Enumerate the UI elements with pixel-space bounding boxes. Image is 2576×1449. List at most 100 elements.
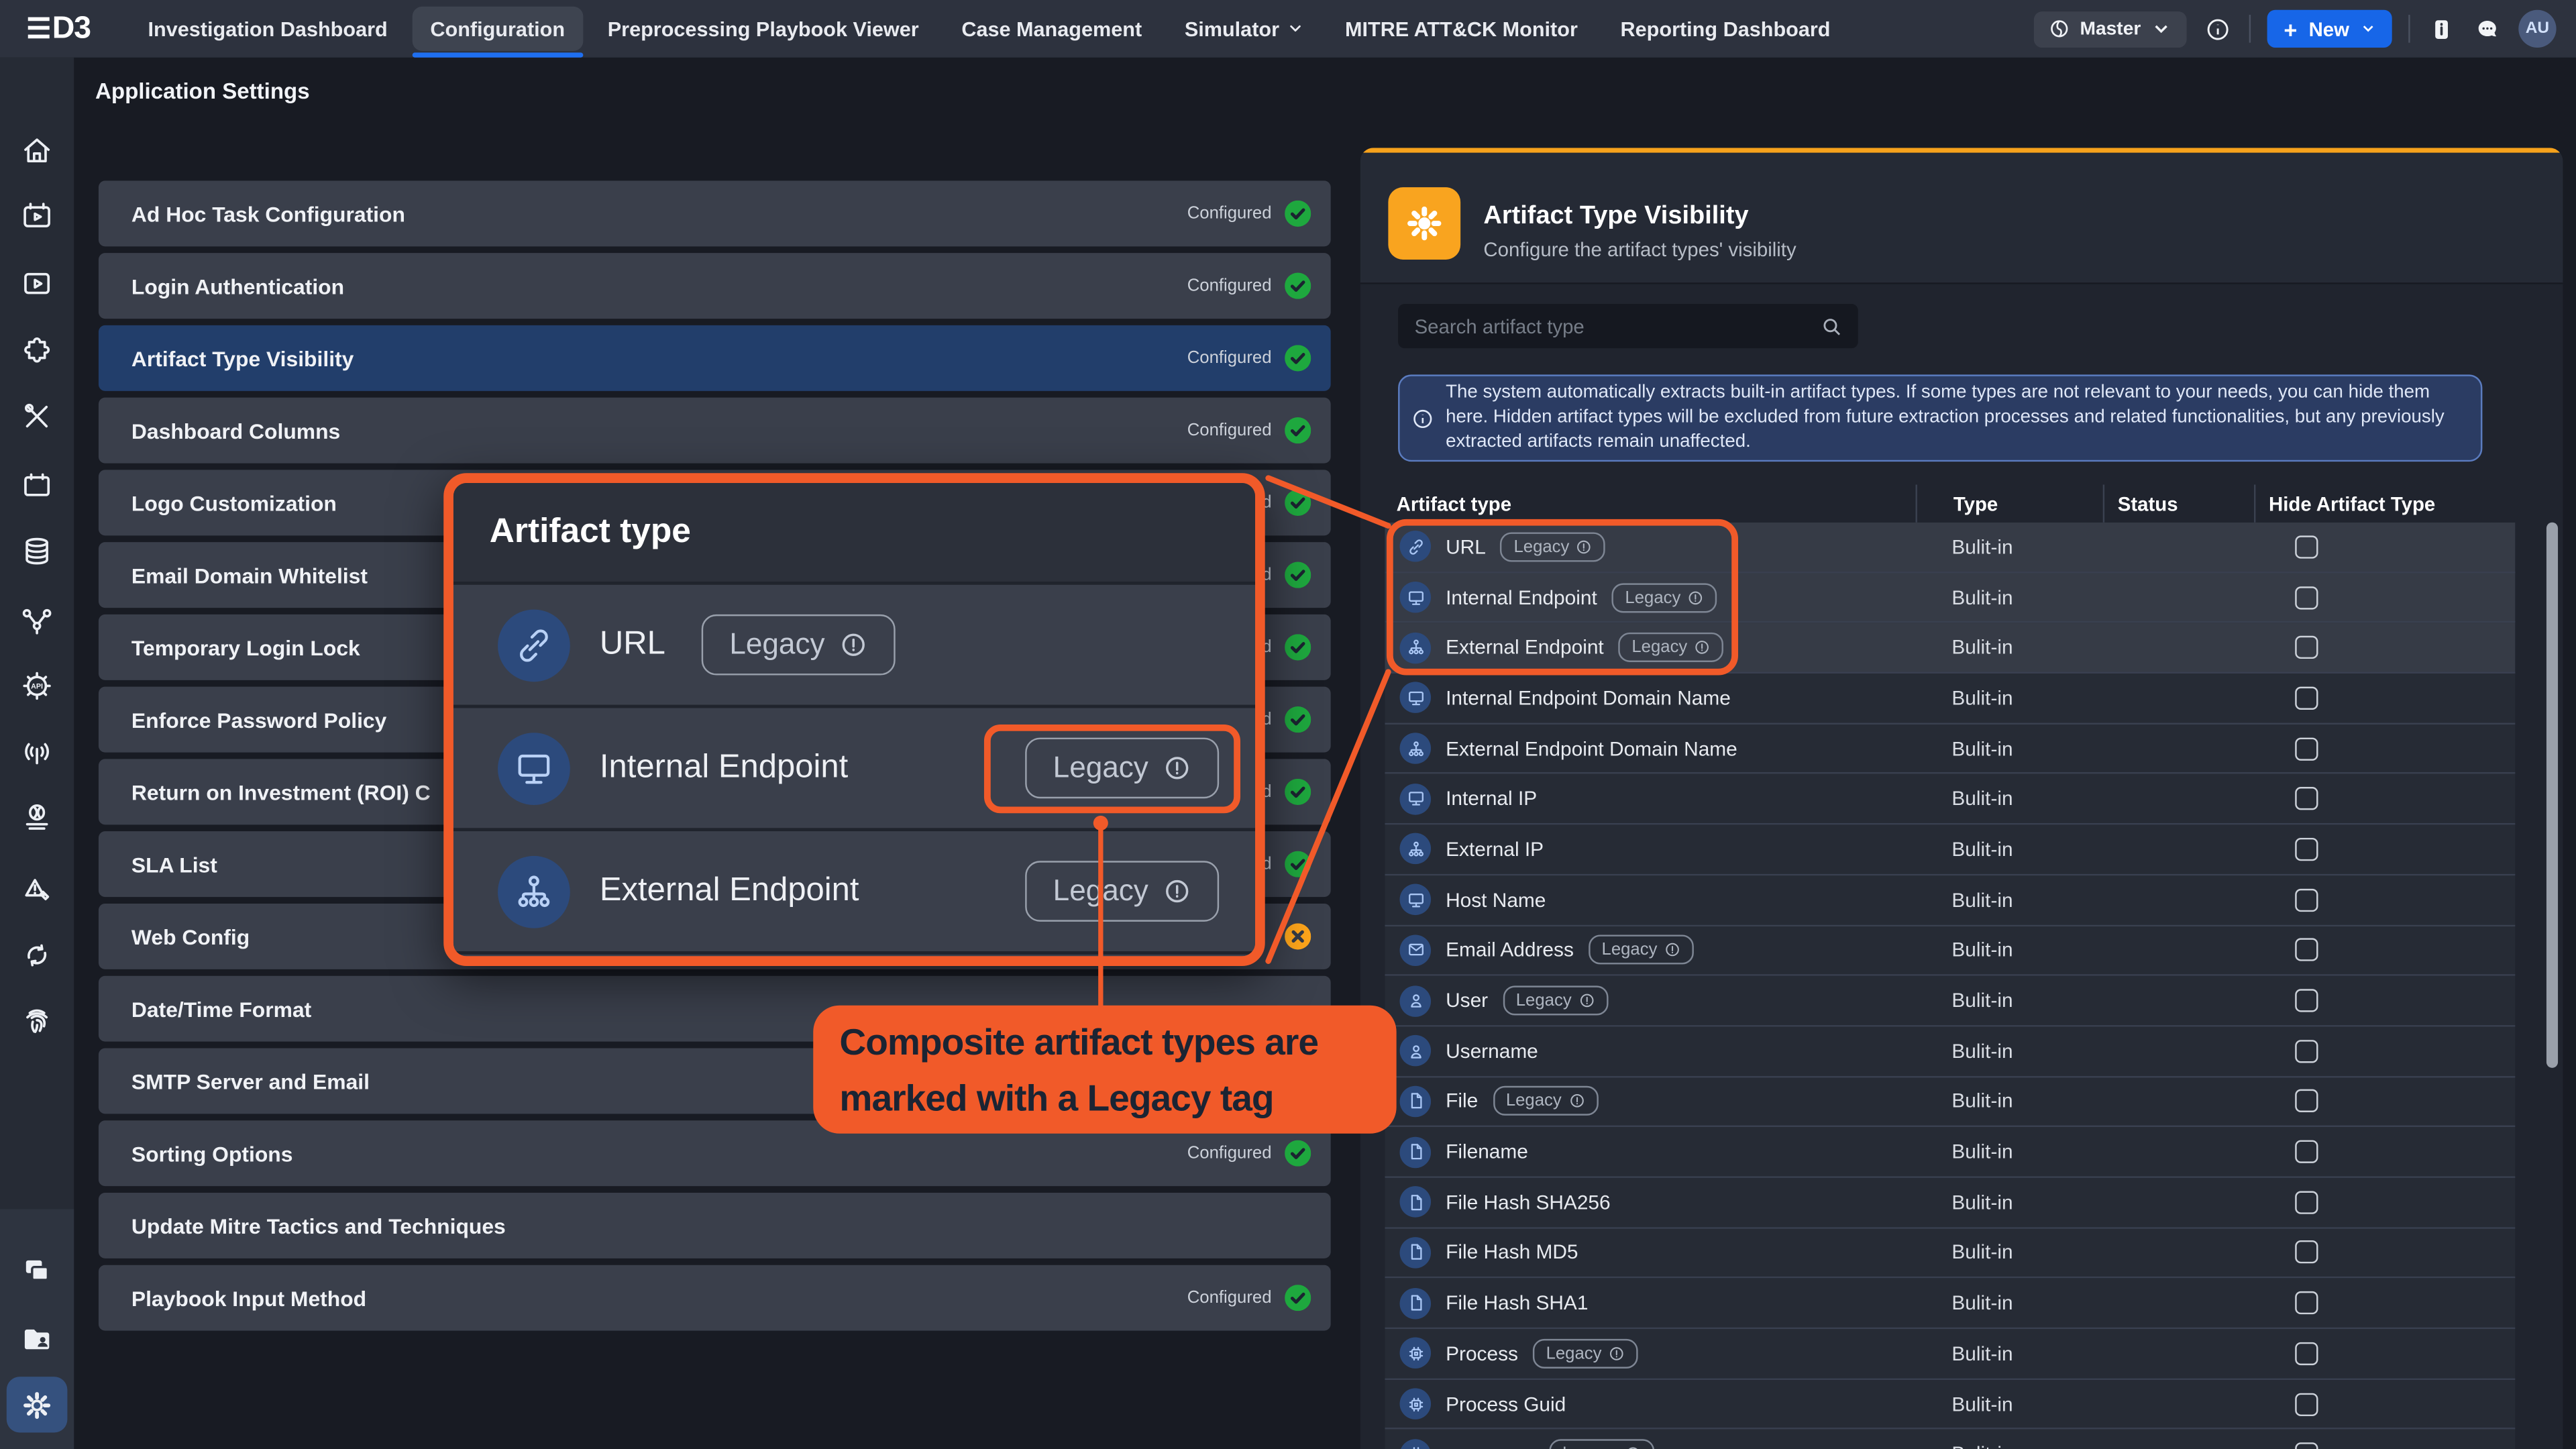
legacy-info-icon (1664, 942, 1680, 958)
hide-artifact-checkbox[interactable] (2295, 1443, 2318, 1449)
search-input[interactable] (1398, 315, 1820, 337)
artifact-search[interactable] (1398, 304, 1858, 348)
artifact-visibility-panel: Artifact Type Visibility Configure the a… (1360, 148, 2563, 1449)
sidebar-item-settings[interactable] (0, 1375, 74, 1434)
legacy-tag-label: Legacy (1506, 1091, 1562, 1111)
hide-artifact-checkbox[interactable] (2295, 737, 2318, 760)
hide-cell (2254, 1291, 2491, 1314)
sidebar-item-api[interactable]: API (0, 655, 74, 714)
sidebar-item-connections[interactable] (0, 590, 74, 649)
tenant-selector[interactable]: Master (2034, 11, 2187, 47)
tab-case-management[interactable]: Case Management (941, 0, 1163, 58)
sidebar-item-utilities[interactable] (0, 386, 74, 445)
hide-artifact-checkbox[interactable] (2295, 788, 2318, 810)
settings-item-login-authentication[interactable]: Login AuthenticationConfigured (99, 253, 1331, 319)
tab-configuration[interactable]: Configuration (409, 0, 586, 58)
hide-artifact-checkbox[interactable] (2295, 1393, 2318, 1415)
hide-artifact-checkbox[interactable] (2295, 1040, 2318, 1063)
globe-icon (2049, 18, 2070, 40)
table-row[interactable]: External Endpoint Domain NameBulit-in (1385, 724, 2515, 774)
d3-logo-icon: ☰ (26, 12, 50, 45)
hide-artifact-checkbox[interactable] (2295, 888, 2318, 911)
table-row[interactable]: FileLegacyBulit-in (1385, 1077, 2515, 1127)
type-cell: Bulit-in (1916, 686, 2103, 709)
table-row[interactable]: External EndpointLegacyBulit-in (1385, 623, 2515, 674)
sidebar-item-web-intel[interactable] (0, 787, 74, 846)
sidebar-item-case-files[interactable] (0, 1309, 74, 1368)
hide-artifact-checkbox[interactable] (2295, 938, 2318, 961)
sidebar-item-broadcast[interactable] (0, 721, 74, 780)
table-scrollbar[interactable] (2546, 523, 2558, 1068)
table-row[interactable]: Internal EndpointLegacyBulit-in (1385, 573, 2515, 623)
hide-artifact-checkbox[interactable] (2295, 535, 2318, 558)
release-notes-button[interactable] (2426, 14, 2456, 44)
table-row[interactable]: Email AddressLegacyBulit-in (1385, 926, 2515, 976)
artifact-cell: Filename (1385, 1136, 1915, 1168)
table-row[interactable]: File Hash SHA1Bulit-in (1385, 1279, 2515, 1329)
hide-artifact-checkbox[interactable] (2295, 636, 2318, 659)
artifact-name: File Hash MD5 (1446, 1241, 1578, 1264)
tab-simulator[interactable]: Simulator (1163, 0, 1324, 58)
table-row[interactable]: Internal Endpoint Domain NameBulit-in (1385, 674, 2515, 724)
table-row[interactable]: Internal IPBulit-in (1385, 775, 2515, 825)
table-row[interactable]: FilenameBulit-in (1385, 1128, 2515, 1178)
hide-artifact-checkbox[interactable] (2295, 1241, 2318, 1264)
settings-item-update-mitre-tactics-and-techniques[interactable]: Update Mitre Tactics and Techniques (99, 1193, 1331, 1258)
table-row[interactable]: URLLegacyBulit-in (1385, 523, 2515, 573)
popup-title: Artifact type (490, 513, 691, 552)
info-button[interactable] (2203, 14, 2233, 44)
legacy-info-icon (1576, 539, 1592, 555)
hide-artifact-checkbox[interactable] (2295, 586, 2318, 608)
hide-artifact-checkbox[interactable] (2295, 686, 2318, 709)
hide-artifact-checkbox[interactable] (2295, 1140, 2318, 1163)
legacy-info-icon (1163, 877, 1191, 906)
table-row[interactable]: LegacyBulit-in (1385, 1430, 2515, 1449)
sidebar-item-screens[interactable] (0, 1240, 74, 1299)
table-row[interactable]: File Hash MD5Bulit-in (1385, 1228, 2515, 1279)
sidebar-item-home[interactable] (0, 120, 74, 179)
hide-artifact-checkbox[interactable] (2295, 1090, 2318, 1113)
sidebar-item-data-management[interactable] (0, 521, 74, 580)
legacy-tag-label: Legacy (1631, 638, 1687, 657)
sidebar-item-sync[interactable] (0, 925, 74, 984)
table-row[interactable]: File Hash SHA256Bulit-in (1385, 1178, 2515, 1228)
file-icon (1400, 1086, 1432, 1118)
hide-artifact-checkbox[interactable] (2295, 1342, 2318, 1364)
table-row[interactable]: UsernameBulit-in (1385, 1026, 2515, 1077)
table-row[interactable]: UserLegacyBulit-in (1385, 976, 2515, 1026)
sidebar-item-event-board[interactable] (0, 455, 74, 514)
table-row[interactable]: Host NameBulit-in (1385, 875, 2515, 926)
hide-artifact-checkbox[interactable] (2295, 989, 2318, 1012)
messages-button[interactable] (2473, 14, 2502, 44)
tab-reporting-dashboard[interactable]: Reporting Dashboard (1599, 0, 1852, 58)
settings-item-label: Dashboard Columns (131, 418, 340, 443)
sidebar-item-fingerprint[interactable] (0, 991, 74, 1050)
d3-logo[interactable]: ☰ D3 (26, 11, 91, 47)
hide-artifact-checkbox[interactable] (2295, 1291, 2318, 1314)
nav-divider (2249, 15, 2251, 43)
table-row[interactable]: External IPBulit-in (1385, 825, 2515, 875)
tab-label: Investigation Dashboard (148, 17, 388, 40)
sidebar-item-playbook-viewer[interactable] (0, 253, 74, 312)
hide-artifact-checkbox[interactable] (2295, 838, 2318, 861)
check-circle-icon (1285, 634, 1311, 660)
new-button[interactable]: + New (2267, 10, 2392, 48)
table-row[interactable]: Process GuidBulit-in (1385, 1379, 2515, 1430)
settings-item-ad-hoc-task-configuration[interactable]: Ad Hoc Task ConfigurationConfigured (99, 180, 1331, 246)
tab-mitre-att-ck-monitor[interactable]: MITRE ATT&CK Monitor (1324, 0, 1599, 58)
column-hide-artifact-type: Hide Artifact Type (2254, 484, 2491, 522)
sidebar-item-incident-report[interactable] (0, 859, 74, 918)
tab-preprocessing-playbook-viewer[interactable]: Preprocessing Playbook Viewer (586, 0, 941, 58)
user-avatar[interactable]: AU (2518, 10, 2556, 48)
sidebar-item-integrations[interactable] (0, 321, 74, 380)
tab-investigation-dashboard[interactable]: Investigation Dashboard (127, 0, 409, 58)
settings-item-playbook-input-method[interactable]: Playbook Input MethodConfigured (99, 1265, 1331, 1331)
settings-item-artifact-type-visibility[interactable]: Artifact Type VisibilityConfigured (99, 325, 1331, 391)
settings-item-label: Date/Time Format (131, 996, 311, 1021)
legacy-tag: Legacy (1612, 582, 1717, 612)
check-circle-icon (1285, 345, 1311, 371)
sidebar-item-scheduled-playbooks[interactable] (0, 186, 74, 245)
hide-artifact-checkbox[interactable] (2295, 1191, 2318, 1214)
table-row[interactable]: ProcessLegacyBulit-in (1385, 1329, 2515, 1379)
settings-item-dashboard-columns[interactable]: Dashboard ColumnsConfigured (99, 398, 1331, 464)
